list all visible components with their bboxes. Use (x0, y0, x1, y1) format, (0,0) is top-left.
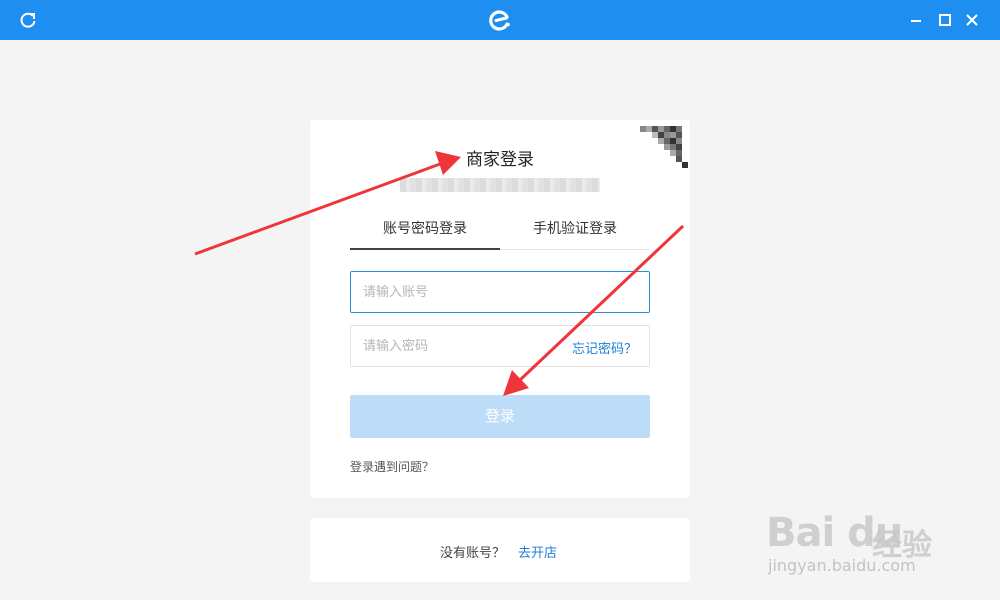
account-input[interactable] (351, 272, 649, 312)
close-icon[interactable] (962, 10, 982, 30)
account-field-box (350, 271, 650, 313)
title-bar (0, 0, 1000, 40)
login-button[interactable]: 登录 (350, 395, 650, 438)
password-input[interactable] (351, 326, 561, 366)
minimize-icon[interactable] (906, 10, 926, 30)
password-field-box: 忘记密码？ (350, 325, 650, 367)
refresh-icon[interactable] (18, 10, 38, 30)
maximize-icon[interactable] (935, 10, 955, 30)
forgot-password-link[interactable]: 忘记密码？ (572, 338, 637, 357)
watermark-url: jingyan.baidu.com (768, 556, 916, 575)
page-title: 商家登录 (466, 150, 534, 170)
no-account-text: 没有账号？ (440, 546, 506, 561)
tab-account-password[interactable]: 账号密码登录 (350, 218, 500, 248)
tab-active-indicator (350, 248, 500, 250)
open-shop-link[interactable]: 去开店 (518, 542, 557, 561)
login-problem-link[interactable]: 登录遇到问题？ (350, 458, 434, 475)
tab-phone-verify[interactable]: 手机验证登录 (500, 218, 650, 248)
app-logo-icon (489, 10, 510, 31)
blurred-subtitle (400, 178, 600, 192)
